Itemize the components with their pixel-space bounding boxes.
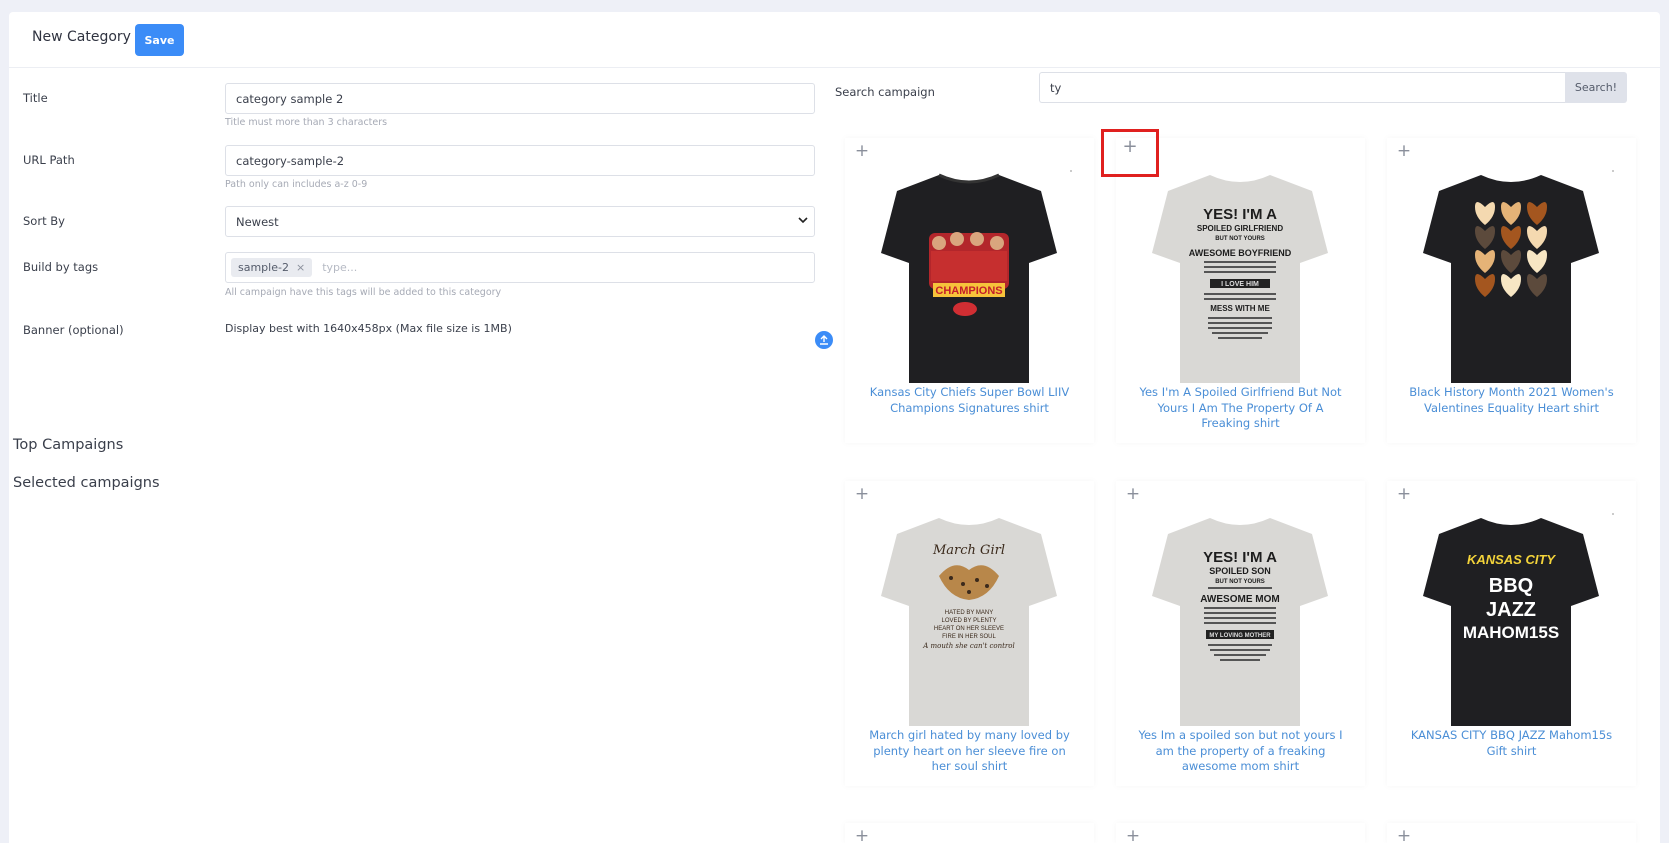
campaign-card: + bbox=[1387, 823, 1636, 843]
campaign-title[interactable]: KANSAS CITY BBQ JAZZ Mahom15s Gift shirt bbox=[1407, 728, 1616, 759]
shirt-text: SPOILED SON bbox=[1209, 566, 1271, 576]
url-path-hint: Path only can includes a-z 0-9 bbox=[225, 179, 368, 190]
shirt-image bbox=[1423, 175, 1599, 383]
add-campaign-icon[interactable]: + bbox=[1124, 827, 1142, 843]
shirt-text: I LOVE HIM bbox=[1221, 281, 1259, 288]
campaign-card: + YES! I'M A SPOILED GIRLFRIEND BUT NOT … bbox=[1101, 129, 1365, 443]
remove-tag-icon[interactable]: × bbox=[296, 261, 305, 274]
shirt-text: A mouth she can't control bbox=[922, 642, 1014, 650]
add-campaign-icon[interactable]: + bbox=[1124, 485, 1142, 503]
campaign-card: + Black History Month 2021 Women's Valen… bbox=[1387, 138, 1636, 443]
shirt-text: MY LOVING MOTHER bbox=[1209, 633, 1271, 639]
campaign-title[interactable]: Kansas City Chiefs Super Bowl LIIV Champ… bbox=[865, 385, 1074, 416]
sort-by-value: Newest bbox=[236, 214, 279, 229]
campaign-title[interactable]: March girl hated by many loved by plenty… bbox=[865, 728, 1074, 775]
shirt-image: YES! I'M A SPOILED SON BUT NOT YOURS AWE… bbox=[1152, 518, 1328, 726]
tags-input[interactable]: sample-2 × type... bbox=[225, 252, 815, 283]
search-campaign-input[interactable]: ty bbox=[1039, 72, 1571, 103]
add-campaign-icon[interactable]: + bbox=[853, 142, 871, 160]
shirt-text: AWESOME BOYFRIEND bbox=[1189, 248, 1292, 258]
shirt-image: March Girl HATED BY MANY LOVED BY PLENTY… bbox=[881, 518, 1057, 726]
add-campaign-icon[interactable]: + bbox=[1395, 142, 1413, 160]
add-campaign-icon[interactable]: + bbox=[853, 827, 871, 843]
tags-label: Build by tags bbox=[23, 260, 99, 274]
top-campaigns-heading: Top Campaigns bbox=[13, 437, 124, 453]
tags-hint: All campaign have this tags will be adde… bbox=[225, 287, 502, 298]
search-campaign-label: Search campaign bbox=[835, 85, 935, 99]
page-title: New Category bbox=[32, 29, 131, 45]
campaign-card: + March Girl HATED BY MANY LOVED BY PLEN… bbox=[845, 481, 1094, 786]
tag-chip-label: sample-2 bbox=[238, 261, 289, 274]
campaign-card: + bbox=[845, 823, 1094, 843]
add-campaign-icon[interactable]: + bbox=[1101, 129, 1159, 177]
upload-icon[interactable] bbox=[815, 331, 833, 349]
campaign-title[interactable]: Yes I'm A Spoiled Girlfriend But Not You… bbox=[1136, 385, 1345, 432]
shirt-text: YES! I'M A bbox=[1203, 549, 1277, 566]
add-campaign-icon[interactable]: + bbox=[1395, 827, 1413, 843]
shirt-text: FIRE IN HER SOUL bbox=[942, 634, 996, 640]
shirt-text: JAZZ bbox=[1486, 599, 1536, 621]
campaign-card: + KANSAS CITY BBQ JAZZ MAHOM15S KANSAS C… bbox=[1387, 481, 1636, 786]
banner-instructions: Display best with 1640x458px (Max file s… bbox=[225, 322, 512, 335]
shirt-text: HEART ON HER SLEEVE bbox=[934, 626, 1004, 632]
tags-placeholder: type... bbox=[322, 261, 358, 274]
shirt-text: MESS WITH ME bbox=[1210, 304, 1270, 313]
title-hint: Title must more than 3 characters bbox=[225, 117, 388, 128]
url-path-input[interactable]: category-sample-2 bbox=[225, 145, 815, 176]
shirt-image: CHAMPIONS bbox=[881, 173, 1057, 383]
campaign-title[interactable]: Black History Month 2021 Women's Valenti… bbox=[1407, 385, 1616, 416]
url-path-label: URL Path bbox=[23, 153, 75, 167]
shirt-text: AWESOME MOM bbox=[1200, 594, 1279, 605]
campaign-title[interactable]: Yes Im a spoiled son but not yours I am … bbox=[1136, 728, 1345, 775]
shirt-text: BUT NOT YOURS bbox=[1215, 579, 1265, 585]
sort-by-label: Sort By bbox=[23, 214, 65, 228]
page-header: New Category Save bbox=[9, 12, 1660, 68]
title-input[interactable]: category sample 2 bbox=[225, 83, 815, 114]
shirt-text: SPOILED GIRLFRIEND bbox=[1197, 224, 1283, 233]
tag-chip: sample-2 × bbox=[231, 258, 313, 277]
selected-campaigns-heading: Selected campaigns bbox=[13, 475, 160, 491]
shirt-text: BUT NOT YOURS bbox=[1215, 236, 1265, 242]
shirt-image: YES! I'M A SPOILED GIRLFRIEND BUT NOT YO… bbox=[1152, 175, 1328, 383]
shirt-image: KANSAS CITY BBQ JAZZ MAHOM15S bbox=[1423, 518, 1599, 726]
save-button[interactable]: Save bbox=[135, 24, 184, 56]
search-button[interactable]: Search! bbox=[1565, 72, 1627, 103]
chevron-down-icon bbox=[798, 215, 808, 228]
shirt-text: March Girl bbox=[932, 543, 1005, 558]
campaign-card: + CHAMPIONS Kansas City Chiefs Super Bow… bbox=[845, 138, 1094, 443]
shirt-text: CHAMPIONS bbox=[935, 285, 1002, 297]
shirt-text: HATED BY MANY bbox=[945, 610, 993, 616]
add-campaign-icon[interactable]: + bbox=[1395, 485, 1413, 503]
add-campaign-icon[interactable]: + bbox=[853, 485, 871, 503]
shirt-text: YES! I'M A bbox=[1203, 206, 1277, 223]
shirt-text: MAHOM15S bbox=[1463, 623, 1559, 642]
campaign-card: + bbox=[1116, 823, 1365, 843]
shirt-text: KANSAS CITY bbox=[1467, 552, 1556, 567]
title-label: Title bbox=[23, 91, 48, 105]
sort-by-select[interactable]: Newest bbox=[225, 206, 815, 237]
shirt-text: LOVED BY PLENTY bbox=[942, 618, 997, 624]
campaign-card: + YES! I'M A SPOILED SON BUT NOT YOURS A… bbox=[1116, 481, 1365, 786]
shirt-text: BBQ bbox=[1489, 575, 1533, 597]
banner-label: Banner (optional) bbox=[23, 323, 124, 337]
